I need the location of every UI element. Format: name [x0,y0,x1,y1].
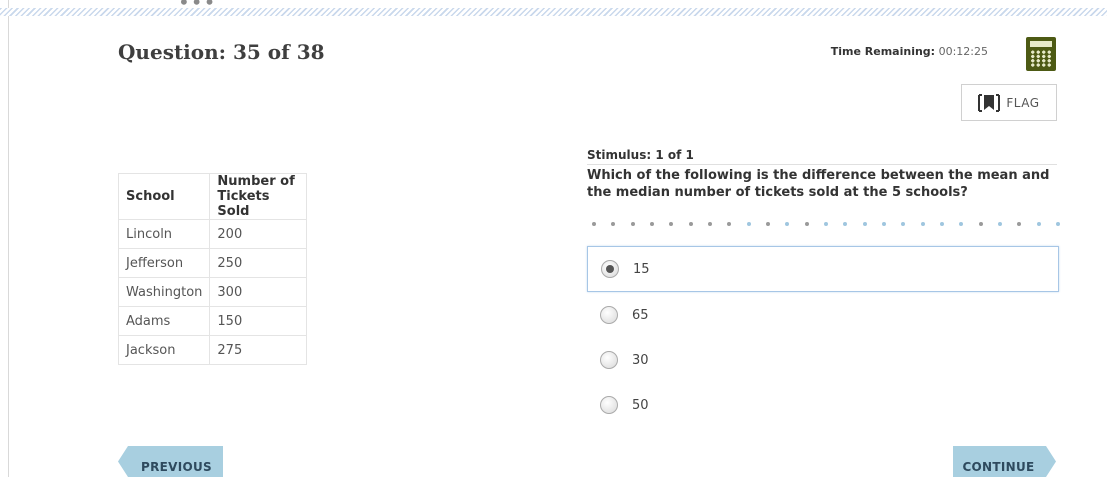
school-cell: Washington [117,277,211,307]
radio-button[interactable] [601,260,619,278]
stimulus-divider [587,164,1057,165]
tickets-table: School Number of Tickets Sold Lincoln 20… [117,173,308,365]
separator-dot [901,222,906,226]
answer-label: 30 [632,352,649,368]
bookmark-flag-icon [978,93,1001,112]
table-header-row: School Number of Tickets Sold [117,173,308,220]
tickets-cell: 250 [209,248,308,278]
calculator-screen [1030,41,1052,47]
dotted-separator [592,222,1060,230]
header-stripe [0,8,1107,16]
continue-button[interactable]: CONTINUE [953,446,1056,477]
school-cell: Adams [117,306,211,336]
school-cell: Jackson [117,335,211,365]
calculator-keys [1030,50,1052,67]
answer-choice-d[interactable]: 50 [587,382,1059,428]
separator-dot [862,222,867,226]
separator-dot [997,222,1002,226]
table-row: Jefferson 250 [117,248,308,278]
separator-dot [707,222,712,226]
column-header-school: School [117,173,211,220]
tickets-cell: 300 [209,277,308,307]
tickets-cell: 150 [209,306,308,336]
answer-choice-b[interactable]: 65 [587,292,1059,338]
previous-button[interactable]: PREVIOUS [118,446,223,477]
school-cell: Jefferson [117,248,211,278]
separator-dot [959,222,964,226]
flag-label: FLAG [1006,95,1040,110]
separator-dot [688,222,693,226]
separator-dot [746,222,751,226]
separator-dot [727,222,732,226]
separator-dot [1055,222,1060,226]
table-row: Jackson 275 [117,335,308,365]
continue-label: CONTINUE [962,459,1035,474]
answer-label: 50 [632,397,649,413]
separator-dot [669,222,674,226]
table-row: Lincoln 200 [117,219,308,249]
separator-dot [804,222,809,226]
tickets-cell: 200 [209,219,308,249]
separator-dot [630,222,635,226]
answer-label: 65 [632,307,649,323]
separator-dot [939,222,944,226]
question-text: Which of the following is the difference… [587,168,1050,200]
separator-dot [978,222,983,226]
stimulus-label: Stimulus: 1 of 1 [587,148,694,162]
radio-button[interactable] [600,351,618,369]
table-row: Adams 150 [117,306,308,336]
tickets-cell: 275 [209,335,308,365]
time-remaining-value: 00:12:25 [938,45,988,58]
separator-dot [1036,222,1041,226]
separator-dot [592,222,596,226]
radio-button[interactable] [600,306,618,324]
separator-dot [881,222,886,226]
time-remaining: Time Remaining: 00:12:25 [831,45,988,58]
separator-dot [843,222,848,226]
column-header-tickets: Number of Tickets Sold [209,173,308,220]
logo-fragment: ••• [178,0,217,14]
separator-dot [611,222,616,226]
separator-dot [1017,222,1022,226]
time-remaining-label: Time Remaining: [830,45,936,58]
school-cell: Lincoln [117,219,211,249]
radio-button[interactable] [600,396,618,414]
separator-dot [920,222,925,226]
answer-choice-c[interactable]: 30 [587,337,1059,383]
table-row: Washington 300 [117,277,308,307]
separator-dot [649,222,654,226]
answer-label: 15 [633,261,650,277]
flag-button[interactable]: FLAG [961,84,1057,121]
separator-dot [765,222,770,226]
question-title: Question: 35 of 38 [118,40,325,64]
separator-dot [785,222,790,226]
left-border [8,0,9,477]
previous-label: PREVIOUS [141,459,212,474]
answer-choice-a[interactable]: 15 [587,246,1059,292]
calculator-icon[interactable] [1026,37,1056,71]
separator-dot [823,222,828,226]
